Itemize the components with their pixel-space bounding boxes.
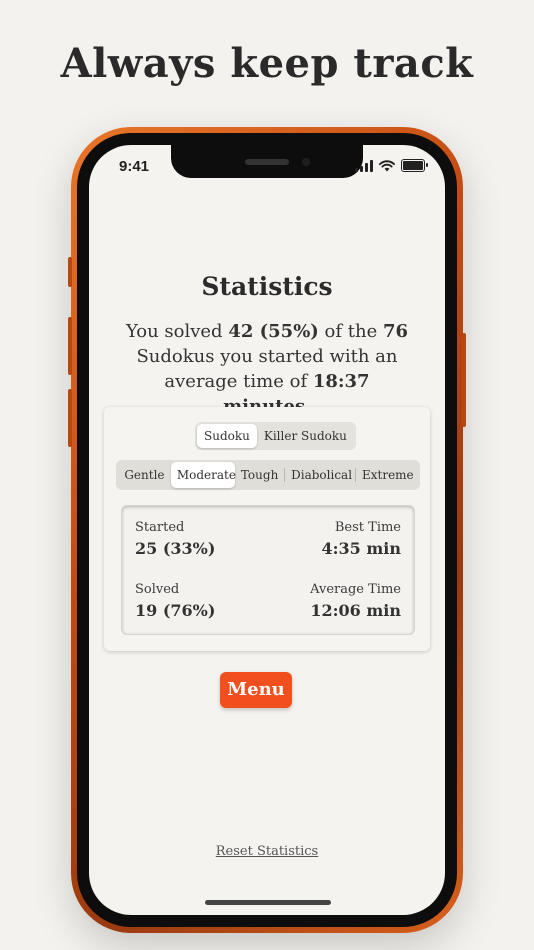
speaker-grille xyxy=(245,159,289,165)
menu-button[interactable]: Menu xyxy=(220,672,292,708)
tab-extreme[interactable]: Extreme xyxy=(356,462,418,488)
difficulty-stats: Started 25 (33%) Best Time 4:35 min Solv… xyxy=(121,505,415,635)
best-time-value: 4:35 min xyxy=(321,539,401,558)
average-time-label: Average Time xyxy=(310,582,401,597)
solved-value: 19 (76%) xyxy=(135,601,216,620)
best-time-label: Best Time xyxy=(334,520,401,535)
tab-moderate[interactable]: Moderate xyxy=(170,462,236,488)
tab-sudoku[interactable]: Sudoku xyxy=(197,424,257,448)
solved-label: Solved xyxy=(135,582,180,597)
started-value: 25 (33%) xyxy=(135,539,216,558)
status-icons xyxy=(355,159,428,172)
tab-killer-sudoku[interactable]: Killer Sudoku xyxy=(257,424,354,448)
tab-tough[interactable]: Tough xyxy=(235,462,284,488)
app-screen: 9:41 Statistics You solved 42 (55%) of t… xyxy=(89,145,445,915)
phone-power-button xyxy=(462,333,466,427)
tab-diabolical[interactable]: Diabolical xyxy=(285,462,355,488)
wifi-icon xyxy=(379,159,395,171)
statistics-summary: You solved 42 (55%) of the 76 Sudokus yo… xyxy=(119,319,415,419)
home-indicator[interactable] xyxy=(205,900,331,905)
statistics-card: Sudoku Killer Sudoku Gentle Moderate Tou… xyxy=(104,407,430,651)
battery-icon xyxy=(401,159,428,172)
page-title: Statistics xyxy=(201,272,333,301)
camera-icon xyxy=(302,158,310,166)
average-time-value: 12:06 min xyxy=(310,601,401,620)
headline: Always keep track xyxy=(60,40,474,87)
phone-bezel: 9:41 Statistics You solved 42 (55%) of t… xyxy=(77,133,457,927)
phone-frame: 9:41 Statistics You solved 42 (55%) of t… xyxy=(68,127,466,933)
started-label: Started xyxy=(135,520,185,535)
status-time: 9:41 xyxy=(119,158,150,175)
game-type-segmented-control: Sudoku Killer Sudoku xyxy=(195,422,356,450)
cellular-signal-icon xyxy=(355,159,373,172)
phone-volume-down xyxy=(68,389,72,447)
difficulty-segmented-control: Gentle Moderate Tough Diabolical Extreme xyxy=(116,460,420,490)
tab-gentle[interactable]: Gentle xyxy=(118,462,171,488)
phone-silent-switch xyxy=(68,257,72,287)
phone-volume-up xyxy=(68,317,72,375)
started-count: 76 xyxy=(382,321,409,342)
solved-count: 42 (55%) xyxy=(228,321,319,342)
notch xyxy=(171,145,363,178)
reset-statistics-link[interactable]: Reset Statistics xyxy=(89,844,445,859)
